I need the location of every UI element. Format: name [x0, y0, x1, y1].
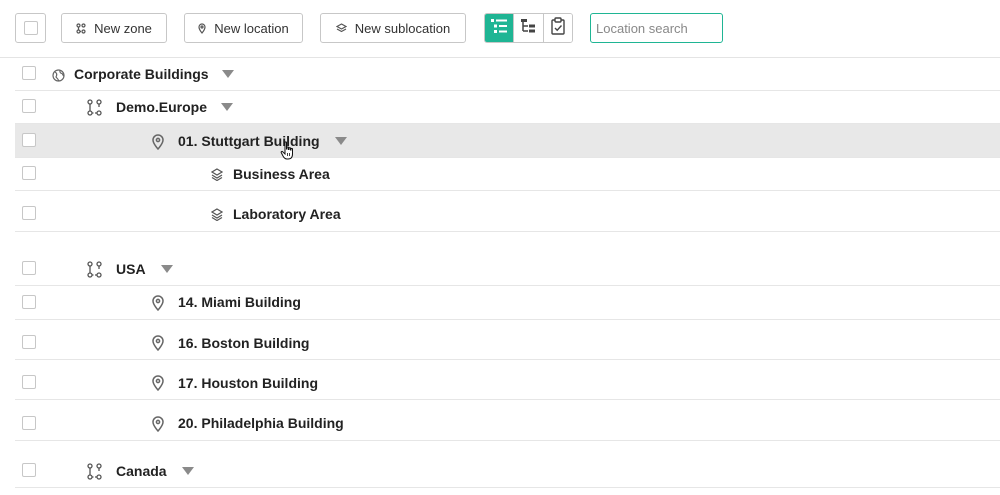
row-checkbox[interactable]: [22, 375, 36, 389]
tree-label: Demo.Europe: [116, 99, 208, 115]
row-checkbox[interactable]: [22, 133, 36, 147]
location-pin-icon: [198, 22, 206, 34]
tree-row-philadelphia-building[interactable]: 20. Philadelphia Building: [15, 400, 1000, 441]
location-pin-icon: [151, 334, 165, 352]
layers-icon: [211, 208, 223, 221]
tree-label: 20. Philadelphia Building: [178, 415, 344, 431]
expand-caret-icon[interactable]: [335, 137, 347, 145]
new-location-button[interactable]: New location: [184, 13, 303, 43]
tree-row-usa[interactable]: USA: [15, 253, 1000, 286]
tree-row-laboratory-area[interactable]: Laboratory Area: [15, 191, 1000, 232]
expand-caret-icon[interactable]: [222, 70, 234, 78]
row-checkbox[interactable]: [22, 99, 36, 113]
select-all-checkbox-box: [24, 21, 38, 35]
tree-view-button[interactable]: [514, 14, 544, 42]
expand-caret-icon[interactable]: [221, 103, 233, 111]
zone-icon: [87, 99, 103, 117]
list-view-icon: [491, 18, 508, 38]
row-checkbox[interactable]: [22, 416, 36, 430]
hand-cursor-icon: [280, 141, 296, 165]
new-zone-label: New zone: [94, 20, 152, 36]
row-checkbox[interactable]: [22, 335, 36, 349]
tree-label: Business Area: [233, 166, 330, 182]
tree-row-boston-building[interactable]: 16. Boston Building: [15, 320, 1000, 360]
tree-row-demo-europe[interactable]: Demo.Europe: [15, 91, 1000, 124]
tree-view-icon: [520, 18, 536, 38]
tree-label: 14. Miami Building: [178, 294, 301, 310]
row-checkbox[interactable]: [22, 66, 36, 80]
location-pin-icon: [151, 133, 165, 151]
zone-icon: [87, 261, 103, 279]
new-zone-button[interactable]: New zone: [61, 13, 167, 43]
zone-icon: [76, 22, 86, 34]
tree-label: Corporate Buildings: [74, 66, 209, 82]
tree-label: 17. Houston Building: [178, 375, 318, 391]
expand-caret-icon[interactable]: [161, 265, 173, 273]
row-checkbox[interactable]: [22, 206, 36, 220]
view-toggle-group: [484, 13, 573, 43]
tree-row-houston-building[interactable]: 17. Houston Building: [15, 360, 1000, 400]
zone-icon: [87, 463, 103, 481]
tree-row-miami-building[interactable]: 14. Miami Building: [15, 286, 1000, 320]
location-pin-icon: [151, 294, 165, 312]
new-sublocation-label: New sublocation: [354, 20, 451, 36]
location-pin-icon: [151, 374, 165, 392]
tree-row-corporate-buildings[interactable]: Corporate Buildings: [15, 58, 1000, 91]
select-all-checkbox[interactable]: [15, 13, 46, 43]
expand-caret-icon[interactable]: [182, 467, 194, 475]
tree-row-canada[interactable]: Canada: [15, 455, 1000, 488]
row-checkbox[interactable]: [22, 166, 36, 180]
tree-row-stuttgart-building[interactable]: 01. Stuttgart Building: [15, 124, 1000, 158]
tree-label: Laboratory Area: [233, 206, 341, 222]
layers-icon: [335, 22, 347, 34]
tree-label: USA: [116, 261, 146, 277]
new-location-label: New location: [214, 20, 289, 36]
tree-label: 16. Boston Building: [178, 335, 310, 351]
tree-label: 01. Stuttgart Building: [178, 133, 320, 149]
row-checkbox[interactable]: [22, 295, 36, 309]
globe-icon: [51, 68, 65, 82]
tree-row-business-area[interactable]: Business Area: [15, 158, 1000, 191]
new-sublocation-button[interactable]: New sublocation: [320, 13, 466, 43]
tree-label: Canada: [116, 463, 167, 479]
list-view-button[interactable]: [485, 14, 515, 42]
row-checkbox[interactable]: [22, 463, 36, 477]
clipboard-check-icon: [551, 16, 565, 40]
location-search-input[interactable]: [590, 13, 723, 43]
toolbar: New zone New location New sublocation: [0, 0, 1000, 58]
layers-icon: [211, 168, 223, 181]
location-pin-icon: [151, 415, 165, 433]
row-checkbox[interactable]: [22, 261, 36, 275]
checklist-view-button[interactable]: [543, 14, 572, 42]
